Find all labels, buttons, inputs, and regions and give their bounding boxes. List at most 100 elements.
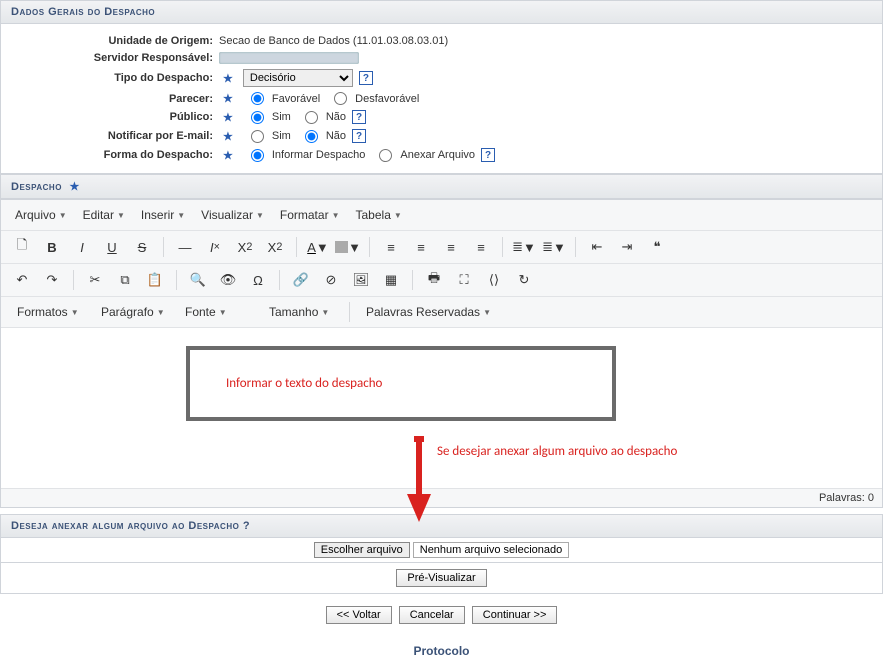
pre-visualizar-button[interactable]: Pré-Visualizar [396, 569, 486, 587]
underline-icon[interactable]: U [99, 235, 125, 259]
text-color-icon[interactable]: A ▼ [305, 235, 331, 259]
radio-notificar-sim[interactable] [251, 130, 264, 143]
select-tipo-despacho[interactable]: Decisório [243, 69, 353, 87]
menu-tabela[interactable]: Tabela ▼ [350, 204, 408, 226]
radio-favoravel[interactable] [251, 92, 264, 105]
voltar-button[interactable]: << Voltar [326, 606, 392, 624]
required-star: ★ [223, 111, 233, 124]
cut-icon[interactable]: ✂ [82, 268, 108, 292]
arrow-icon [405, 436, 433, 526]
radio-publico-nao[interactable] [305, 111, 318, 124]
editor-content-area[interactable]: Informar o texto do despacho Se desejar … [1, 328, 882, 488]
hr-icon[interactable]: ― [172, 235, 198, 259]
choose-file-button[interactable]: Escolher arquivo [314, 542, 410, 558]
word-count-label: Palavras: [819, 492, 865, 504]
print-icon[interactable]: 🖶 [421, 268, 447, 292]
menu-arquivo[interactable]: Arquivo ▼ [9, 204, 73, 226]
menu-inserir[interactable]: Inserir ▼ [135, 204, 191, 226]
dropdown-tamanho[interactable]: Tamanho ▼ [261, 301, 341, 323]
value-unidade: Secao de Banco de Dados (11.01.03.08.03.… [219, 35, 448, 47]
align-justify-icon[interactable]: ≡ [468, 235, 494, 259]
label-unidade: Unidade de Origem: [9, 35, 219, 47]
help-icon[interactable]: ? [352, 110, 366, 124]
bg-color-icon[interactable]: ▼ [335, 235, 361, 259]
undo-icon[interactable]: ↶ [9, 268, 35, 292]
blockquote-icon[interactable]: ❝ [644, 235, 670, 259]
rich-text-editor: Arquivo ▼ Editar ▼ Inserir ▼ Visualizar … [0, 199, 883, 508]
find-icon[interactable]: 🔍 [185, 268, 211, 292]
restore-icon[interactable]: ↻ [511, 268, 537, 292]
radio-label-nao: Não [326, 111, 346, 123]
bold-icon[interactable]: B [39, 235, 65, 259]
radio-desfavoravel[interactable] [334, 92, 347, 105]
strikethrough-icon[interactable]: S [129, 235, 155, 259]
superscript-icon[interactable]: X2 [262, 235, 288, 259]
align-left-icon[interactable]: ≡ [378, 235, 404, 259]
editor-statusbar: Palavras: 0 [1, 488, 882, 507]
continuar-button[interactable]: Continuar >> [472, 606, 558, 624]
footer-protocolo: Protocolo [0, 636, 883, 666]
dropdown-formatos[interactable]: Formatos ▼ [9, 301, 89, 323]
preview-icon[interactable]: 👁 [215, 268, 241, 292]
number-list-icon[interactable]: ≣ ▼ [541, 235, 567, 259]
table-icon[interactable]: ▦ [378, 268, 404, 292]
cancelar-button[interactable]: Cancelar [399, 606, 465, 624]
radio-label-sim: Sim [272, 111, 291, 123]
code-icon[interactable]: ⟨⟩ [481, 268, 507, 292]
editor-toolbar-2: ↶ ↷ ✂ ⧉ 📋 🔍 👁 Ω 🔗 ⊘ 🖼 ▦ 🖶 ⛶ ⟨⟩ ↻ [1, 264, 882, 297]
image-icon[interactable]: 🖼 [348, 268, 374, 292]
italic-icon[interactable]: I [69, 235, 95, 259]
annotation-text-1: Informar o texto do despacho [226, 376, 382, 391]
editor-toolbar-1: 🗋 B I U S ― I× X2 X2 A ▼ ▼ ≡ ≡ ≡ ≡ ≣ ▼ ≣… [1, 231, 882, 264]
help-icon[interactable]: ? [352, 129, 366, 143]
menu-formatar[interactable]: Formatar ▼ [274, 204, 346, 226]
redo-icon[interactable]: ↷ [39, 268, 65, 292]
radio-notificar-nao[interactable] [305, 130, 318, 143]
unlink-icon[interactable]: ⊘ [318, 268, 344, 292]
fullscreen-icon[interactable]: ⛶ [451, 268, 477, 292]
align-center-icon[interactable]: ≡ [408, 235, 434, 259]
help-icon[interactable]: ? [481, 148, 495, 162]
label-notificar: Notificar por E-mail: [9, 130, 219, 142]
required-star: ★ [223, 149, 233, 162]
radio-publico-sim[interactable] [251, 111, 264, 124]
special-char-icon[interactable]: Ω [245, 268, 271, 292]
word-count-value: 0 [868, 492, 874, 504]
dropdown-fonte[interactable]: Fonte ▼ [177, 301, 257, 323]
dropdown-paragrafo[interactable]: Parágrafo ▼ [93, 301, 173, 323]
link-icon[interactable]: 🔗 [288, 268, 314, 292]
nav-button-row: << Voltar Cancelar Continuar >> [0, 600, 883, 630]
new-document-icon[interactable]: 🗋 [9, 235, 35, 259]
dropdown-palavras-reservadas[interactable]: Palavras Reservadas ▼ [358, 301, 499, 323]
radio-informar[interactable] [251, 149, 264, 162]
label-forma: Forma do Despacho: [9, 149, 219, 161]
radio-label-favoravel: Favorável [272, 93, 320, 105]
value-servidor-redacted [219, 52, 359, 64]
required-star: ★ [223, 72, 233, 85]
radio-anexar[interactable] [379, 149, 392, 162]
label-servidor: Servidor Responsável: [9, 52, 219, 64]
required-star: ★ [223, 92, 233, 105]
clear-format-icon[interactable]: I× [202, 235, 228, 259]
editor-formatbar: Formatos ▼ Parágrafo ▼ Fonte ▼ Tamanho ▼… [1, 297, 882, 328]
radio-label-nao: Não [326, 130, 346, 142]
label-publico: Público: [9, 111, 219, 123]
menu-editar[interactable]: Editar ▼ [77, 204, 131, 226]
help-icon[interactable]: ? [359, 71, 373, 85]
paste-icon[interactable]: 📋 [142, 268, 168, 292]
radio-label-desfavoravel: Desfavorável [355, 93, 419, 105]
editor-menubar: Arquivo ▼ Editar ▼ Inserir ▼ Visualizar … [1, 200, 882, 231]
file-name-display: Nenhum arquivo selecionado [413, 542, 569, 558]
subscript-icon[interactable]: X2 [232, 235, 258, 259]
bullet-list-icon[interactable]: ≣ ▼ [511, 235, 537, 259]
copy-icon[interactable]: ⧉ [112, 268, 138, 292]
outdent-icon[interactable]: ⇤ [584, 235, 610, 259]
align-right-icon[interactable]: ≡ [438, 235, 464, 259]
indent-icon[interactable]: ⇥ [614, 235, 640, 259]
annotation-text-2: Se desejar anexar algum arquivo ao despa… [437, 444, 697, 461]
radio-label-anexar: Anexar Arquivo [400, 149, 475, 161]
radio-label-informar: Informar Despacho [272, 149, 366, 161]
menu-visualizar[interactable]: Visualizar ▼ [195, 204, 270, 226]
required-star: ★ [223, 130, 233, 143]
label-tipo: Tipo do Despacho: [9, 72, 219, 84]
